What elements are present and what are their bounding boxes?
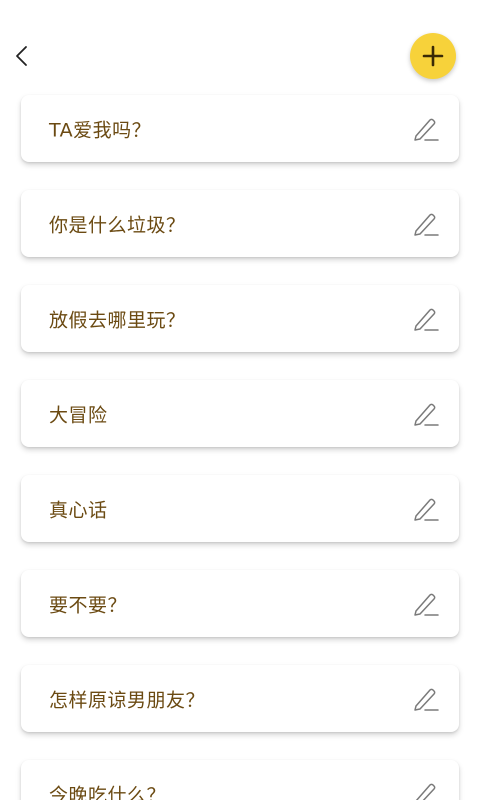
pencil-icon bbox=[414, 403, 439, 426]
pencil-icon bbox=[415, 783, 436, 800]
topic-list: TA爱我吗？ 你是什么垃圾？ 放假去哪里玩？ 大冒险 真心话 要不要？ 怎样原谅… bbox=[0, 0, 480, 800]
item-label: 真心话 bbox=[49, 499, 108, 521]
list-item[interactable]: TA爱我吗？ bbox=[21, 95, 459, 162]
list-item[interactable]: 怎样原谅男朋友？ bbox=[21, 665, 459, 732]
list-item[interactable]: 真心话 bbox=[21, 475, 459, 542]
item-label: 要不要？ bbox=[49, 594, 128, 616]
add-button[interactable] bbox=[410, 33, 456, 79]
pencil-icon bbox=[414, 688, 439, 711]
edit-button[interactable] bbox=[409, 492, 443, 526]
edit-button[interactable] bbox=[409, 587, 443, 621]
edit-button[interactable] bbox=[409, 207, 443, 241]
pencil-icon bbox=[414, 118, 439, 141]
item-label: 今晚吃什么？ bbox=[49, 784, 167, 800]
edit-button[interactable] bbox=[409, 112, 443, 146]
item-label: 你是什么垃圾？ bbox=[49, 214, 186, 236]
item-label: 放假去哪里玩？ bbox=[49, 309, 186, 331]
list-item[interactable]: 今晚吃什么？ bbox=[21, 760, 459, 800]
edit-button[interactable] bbox=[409, 302, 443, 336]
list-item[interactable]: 放假去哪里玩？ bbox=[21, 285, 459, 352]
item-label: TA爱我吗？ bbox=[49, 119, 152, 141]
edit-button[interactable] bbox=[409, 777, 443, 800]
pencil-icon bbox=[414, 498, 439, 521]
pencil-icon bbox=[414, 593, 439, 616]
plus-icon bbox=[422, 45, 444, 67]
topic-list-screen: TA爱我吗？ 你是什么垃圾？ 放假去哪里玩？ 大冒险 真心话 要不要？ 怎样原谅… bbox=[0, 0, 480, 800]
list-item[interactable]: 你是什么垃圾？ bbox=[21, 190, 459, 257]
edit-button[interactable] bbox=[409, 397, 443, 431]
pencil-icon bbox=[414, 213, 439, 236]
list-item[interactable]: 要不要？ bbox=[21, 570, 459, 637]
pencil-icon bbox=[414, 308, 439, 331]
edit-button[interactable] bbox=[409, 682, 443, 716]
item-label: 大冒险 bbox=[49, 404, 108, 426]
item-label: 怎样原谅男朋友？ bbox=[49, 689, 206, 711]
list-item[interactable]: 大冒险 bbox=[21, 380, 459, 447]
